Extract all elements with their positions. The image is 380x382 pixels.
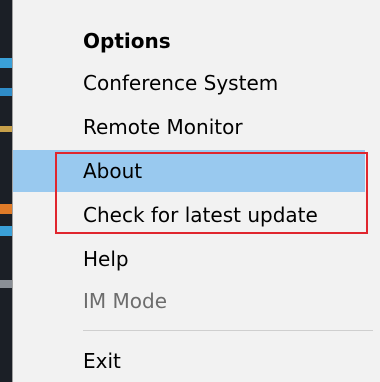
desktop-spot	[0, 204, 12, 214]
menu-item-label: Options	[83, 29, 171, 53]
menu-item-label: About	[83, 159, 143, 183]
desktop-spot	[0, 126, 12, 132]
menu-item-help[interactable]: Help	[13, 238, 365, 280]
menu-item-label: Remote Monitor	[83, 115, 243, 139]
menu-item-label: Exit	[83, 349, 121, 373]
desktop-spot	[0, 226, 12, 236]
menu-item-about[interactable]: About	[13, 150, 365, 192]
desktop-spot	[0, 58, 12, 68]
menu-item-label: Help	[83, 247, 129, 271]
menu-item-conference-system[interactable]: Conference System	[13, 62, 365, 104]
menu-item-label: Check for latest update	[83, 203, 318, 227]
context-menu: Options Conference System Remote Monitor…	[12, 0, 380, 382]
desktop-background-strip	[0, 0, 12, 382]
menu-item-label: IM Mode	[83, 289, 168, 313]
menu-item-exit[interactable]: Exit	[13, 340, 365, 382]
desktop-spot	[0, 280, 12, 288]
menu-item-check-for-latest-update[interactable]: Check for latest update	[13, 194, 365, 236]
menu-item-remote-monitor[interactable]: Remote Monitor	[13, 106, 365, 148]
menu-item-label: Conference System	[83, 71, 279, 95]
menu-item-im-mode: IM Mode	[13, 280, 365, 322]
menu-item-options[interactable]: Options	[13, 20, 365, 62]
menu-separator	[83, 330, 373, 331]
screenshot-stage: Options Conference System Remote Monitor…	[0, 0, 380, 382]
desktop-spot	[0, 88, 12, 96]
